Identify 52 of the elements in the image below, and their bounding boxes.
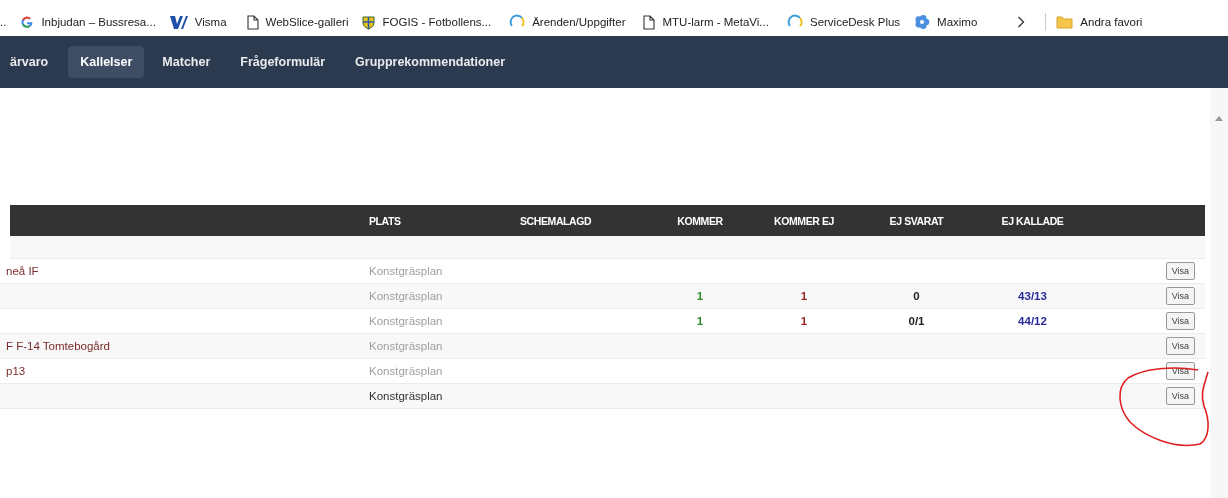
count-link[interactable]: 43/13 <box>1018 290 1047 302</box>
shield-icon <box>362 14 376 30</box>
table-cell: 1 <box>800 315 808 327</box>
table-cell-text: Konstgräsplan <box>369 315 444 327</box>
table-cell: 1 <box>696 290 704 302</box>
bookmark-link[interactable]: .. <box>0 16 7 28</box>
column-header: KOMMER <box>677 214 723 227</box>
table-cell-text: Konstgräsplan <box>369 265 444 277</box>
visa-button[interactable]: Visa <box>1165 262 1195 280</box>
chevron-right-icon[interactable] <box>1017 16 1026 28</box>
visma-logo-icon <box>169 15 188 29</box>
bookmark-link[interactable]: FOGIS - Fotbollens... <box>382 16 492 28</box>
nav-tab[interactable]: Matcher <box>150 46 223 78</box>
scroll-up-icon[interactable] <box>1215 116 1223 121</box>
bookmark-link[interactable]: Inbjudan – Bussresa... <box>41 16 156 28</box>
visa-button[interactable]: Visa <box>1165 312 1195 330</box>
folder-icon <box>1056 15 1074 29</box>
visa-button[interactable]: Visa <box>1165 337 1195 355</box>
bookmark-link[interactable]: ServiceDesk Plus <box>809 16 901 28</box>
flower-icon <box>914 14 931 30</box>
table-cell: 1 <box>696 315 704 327</box>
table-cell-text: Konstgräsplan <box>369 365 444 377</box>
nav-tab[interactable]: Kallelser <box>68 46 145 78</box>
table-cell-text: Konstgräsplan <box>369 290 444 302</box>
column-header: EJ KALLADE <box>1001 214 1064 227</box>
count-link[interactable]: 44/12 <box>1018 315 1047 327</box>
column-header: PLATS <box>369 214 401 227</box>
table-cell: 0 <box>913 290 920 302</box>
table-cell: 1 <box>800 290 808 302</box>
google-icon <box>20 15 35 29</box>
table-cell: 0/1 <box>908 315 925 327</box>
team-link[interactable]: p13 <box>0 365 369 377</box>
nav-tab[interactable]: Frågeformulär <box>228 46 338 78</box>
page-icon <box>643 14 656 30</box>
page-icon <box>246 14 259 30</box>
table-cell-text: Konstgräsplan <box>369 390 444 402</box>
column-header: EJ SVARAT <box>889 214 944 227</box>
nav-tab[interactable]: ärvaro <box>0 46 63 78</box>
bookmark-link[interactable]: MTU-larm - MetaVi... <box>662 16 769 28</box>
bookmark-link[interactable]: WebSlice-galleri <box>265 16 349 28</box>
visa-button[interactable]: Visa <box>1165 387 1195 405</box>
table-cell-text: Konstgräsplan <box>369 340 444 352</box>
visa-button[interactable]: Visa <box>1165 287 1195 305</box>
bookmark-link[interactable]: Ärenden/Uppgifter <box>532 16 626 28</box>
nav-tab[interactable]: Grupprekommendationer <box>343 46 518 78</box>
team-link[interactable]: neå IF <box>0 265 369 277</box>
column-header: SCHEMALAGD <box>520 214 592 227</box>
team-link[interactable]: F F-14 Tomtebogård <box>0 340 369 352</box>
bookmark-link[interactable]: Andra favori <box>1080 16 1143 28</box>
column-header: KOMMER EJ <box>774 214 834 227</box>
bookmark-link[interactable]: Visma <box>194 16 227 28</box>
bookmark-link[interactable]: Maximo <box>937 16 978 28</box>
